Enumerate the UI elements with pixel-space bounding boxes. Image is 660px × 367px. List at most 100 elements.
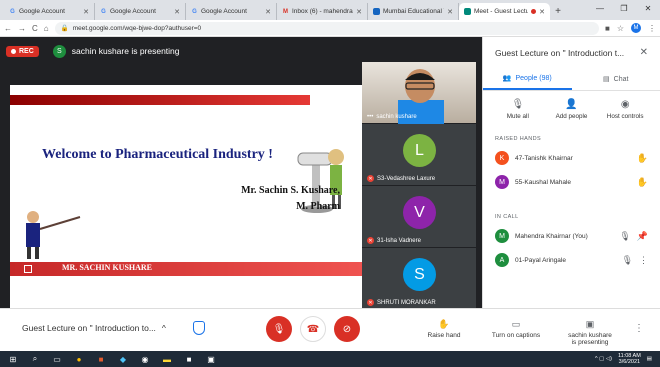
store-icon[interactable]: ■ xyxy=(184,354,194,364)
participant-row[interactable]: A 01-Payal Aringale 🎙 ⋮ xyxy=(483,248,660,272)
browser-tab-bar: G Google Account ✕ G Google Account ✕ G … xyxy=(0,0,660,20)
forward-icon[interactable]: → xyxy=(18,24,26,33)
raised-hand-icon[interactable]: ✋ xyxy=(637,177,648,188)
meeting-details[interactable]: Guest Lecture on " Introduction to... ^ xyxy=(22,323,166,333)
tray-icons[interactable]: ^ ▢ ◁) xyxy=(595,356,612,362)
participant-avatar: M xyxy=(495,175,509,189)
mic-off-icon: ✕ xyxy=(367,299,374,306)
captions-button[interactable]: ▭ Turn on captions xyxy=(488,319,544,339)
raise-hand-button[interactable]: ✋ Raise hand xyxy=(424,319,464,339)
powerpoint-icon[interactable]: ■ xyxy=(96,354,106,364)
close-tab-icon[interactable]: ✕ xyxy=(447,8,453,16)
windows-start-icon[interactable]: ⊞ xyxy=(8,354,18,364)
hang-up-icon: ☎ xyxy=(306,323,320,335)
chrome-icon[interactable]: ● xyxy=(74,354,84,364)
task-view-icon[interactable]: ▭ xyxy=(52,354,62,364)
shield-icon[interactable] xyxy=(193,321,205,335)
pin-icon[interactable]: 📌 xyxy=(637,231,648,242)
menu-icon[interactable]: ⋮ xyxy=(648,24,656,33)
reload-icon[interactable]: C xyxy=(32,24,38,33)
back-icon[interactable]: ← xyxy=(4,24,12,33)
mic-toggle-button[interactable]: 🎙 xyxy=(266,316,292,342)
tab-chat[interactable]: ▤ Chat xyxy=(572,66,660,90)
new-tab-button[interactable]: + xyxy=(550,3,566,20)
participant-row[interactable]: M Mahendra Khairnar (You) 🎙 📌 xyxy=(483,224,660,248)
browser-tab[interactable]: Mumbai Educational Tr ✕ xyxy=(368,3,459,20)
close-tab-icon[interactable]: ✕ xyxy=(539,8,545,16)
more-options-icon[interactable]: ⋮ xyxy=(639,255,648,266)
notification-icon[interactable]: ▤ xyxy=(647,356,652,362)
participant-tile[interactable]: ••• sachin kushare xyxy=(362,62,476,124)
media-player-icon[interactable]: ◉ xyxy=(140,354,150,364)
in-call-header: IN CALL xyxy=(495,214,519,220)
host-controls-label: Host controls xyxy=(606,113,644,120)
panel-tabs: 👥 People (98) ▤ Chat xyxy=(483,66,660,91)
host-controls-button[interactable]: ◉ Host controls xyxy=(598,99,652,120)
profile-avatar[interactable]: M xyxy=(631,23,641,33)
participant-tile[interactable]: V ✕ 31-Isha Vadnere xyxy=(362,186,476,248)
mic-off-icon[interactable]: 🎙 xyxy=(619,231,630,242)
add-person-icon: 👤 xyxy=(565,99,578,110)
close-tab-icon[interactable]: ✕ xyxy=(83,8,89,16)
participant-name: ✕ SHRUTI MORANKAR xyxy=(367,299,436,306)
mic-off-icon: ✕ xyxy=(367,175,374,182)
clock[interactable]: 11:08 AM 3/6/2021 xyxy=(618,353,641,365)
restore-icon[interactable]: ❐ xyxy=(612,0,636,17)
file-explorer-icon[interactable]: ▬ xyxy=(162,354,172,364)
meeting-control-bar: Guest Lecture on " Introduction to... ^ … xyxy=(0,308,660,351)
browser-tab[interactable]: G Google Account ✕ xyxy=(95,3,186,20)
leave-call-button[interactable]: ☎ xyxy=(300,316,326,342)
camera-toggle-button[interactable]: ⊘ xyxy=(334,316,360,342)
add-people-label: Add people xyxy=(555,113,588,120)
presenting-button[interactable]: ▣ sachin kushare is presenting xyxy=(560,319,620,346)
panel-actions: 🎙 Mute all 👤 Add people ◉ Host controls xyxy=(483,91,660,128)
participant-row[interactable]: K 47-Tanishk Khairnar ✋ xyxy=(483,146,660,170)
browser-tab-active[interactable]: Meet - Guest Lectu ✕ xyxy=(459,3,550,20)
mic-off-icon[interactable]: 🎙 xyxy=(622,255,633,266)
participant-name: ✕ S3-Vedashree Laxure xyxy=(367,175,435,182)
browser-tab[interactable]: G Google Account ✕ xyxy=(186,3,277,20)
raise-hand-label: Raise hand xyxy=(427,332,461,339)
app-icon[interactable]: ▣ xyxy=(206,354,216,364)
google-icon: G xyxy=(192,8,197,15)
participant-tile[interactable]: L ✕ S3-Vedashree Laxure xyxy=(362,124,476,186)
tile-name-text: sachin kushare xyxy=(376,114,417,120)
url-text: meet.google.com/wqe-bjwe-dop?authuser=0 xyxy=(72,24,202,32)
browser-tab[interactable]: G Google Account ✕ xyxy=(4,3,95,20)
minimize-icon[interactable]: — xyxy=(588,0,612,17)
presenting-line2: is presenting xyxy=(571,339,609,346)
site-icon xyxy=(373,8,380,15)
close-panel-icon[interactable]: ✕ xyxy=(640,47,648,58)
participant-name: 47-Tanishk Khairnar xyxy=(515,154,573,162)
raised-hand-icon[interactable]: ✋ xyxy=(637,153,648,164)
home-icon[interactable]: ⌂ xyxy=(44,24,49,33)
tab-people-label: People (98) xyxy=(515,74,552,82)
people-panel: Guest Lecture on " Introduction t... ✕ 👥… xyxy=(482,37,660,319)
captions-icon: ▭ xyxy=(511,319,521,329)
chevron-up-icon[interactable]: ^ xyxy=(162,323,166,333)
app-icon[interactable]: ◆ xyxy=(118,354,128,364)
people-icon: 👥 xyxy=(502,75,512,82)
system-tray: ^ ▢ ◁) 11:08 AM 3/6/2021 ▤ xyxy=(595,353,652,365)
more-options-icon[interactable]: ⋮ xyxy=(634,323,644,334)
close-tab-icon[interactable]: ✕ xyxy=(356,8,362,16)
panel-header: Guest Lecture on " Introduction t... ✕ xyxy=(483,37,660,58)
close-window-icon[interactable]: ✕ xyxy=(636,0,660,17)
browser-tab[interactable]: M Inbox (6) - mahendrak ✕ xyxy=(277,3,368,20)
meet-icon xyxy=(464,8,471,15)
tab-people[interactable]: 👥 People (98) xyxy=(483,66,572,90)
close-tab-icon[interactable]: ✕ xyxy=(265,8,271,16)
rec-label: REC xyxy=(19,47,34,55)
lock-icon: 🔒 xyxy=(60,25,69,32)
participant-row[interactable]: M 55-Kaushal Mahale ✋ xyxy=(483,170,660,194)
url-input[interactable]: 🔒 meet.google.com/wqe-bjwe-dop?authuser=… xyxy=(54,21,599,35)
participant-tile[interactable]: S ✕ SHRUTI MORANKAR xyxy=(362,248,476,310)
camera-icon[interactable]: ■ xyxy=(605,24,610,33)
mute-all-button[interactable]: 🎙 Mute all xyxy=(491,99,545,120)
close-tab-icon[interactable]: ✕ xyxy=(174,8,180,16)
raise-hand-icon: ✋ xyxy=(438,319,450,329)
add-people-button[interactable]: 👤 Add people xyxy=(545,99,599,120)
search-icon[interactable]: ⌕ xyxy=(30,354,40,364)
raised-hands-header: RAISED HANDS xyxy=(495,136,542,142)
bookmark-star-icon[interactable]: ☆ xyxy=(617,24,624,33)
